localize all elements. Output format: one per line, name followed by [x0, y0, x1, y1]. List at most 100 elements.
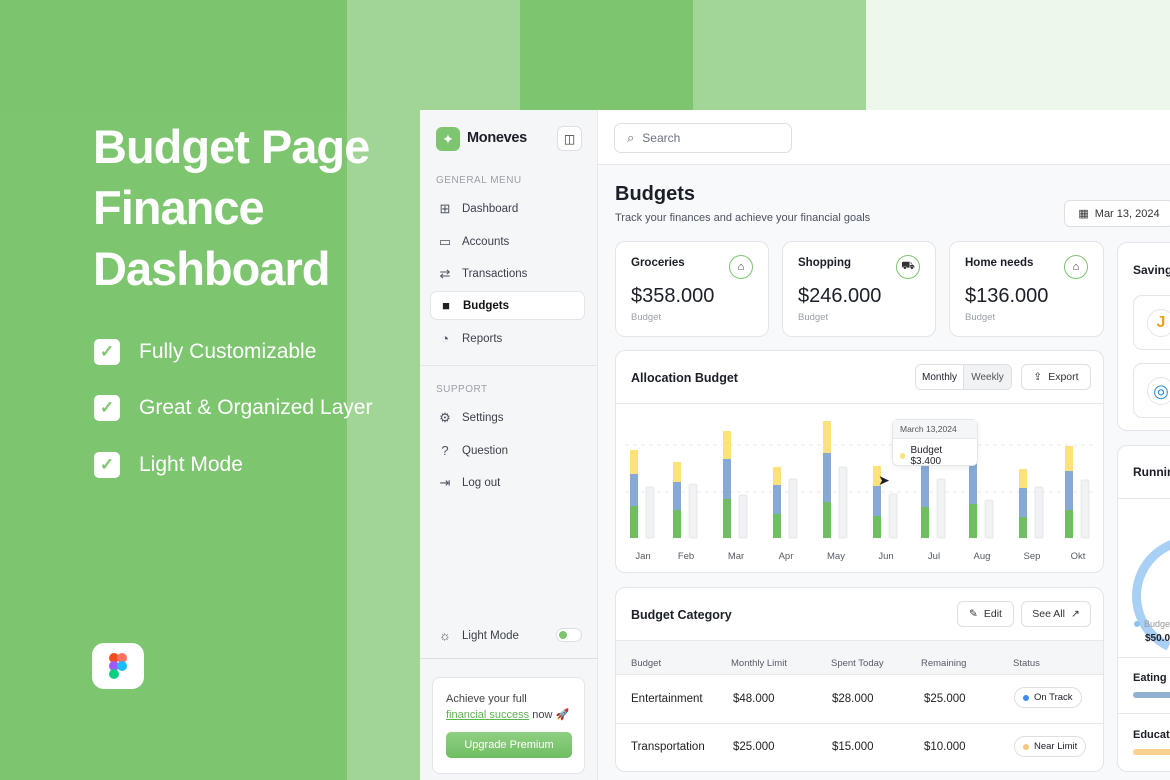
card-title: Budget Category [631, 608, 732, 622]
bg-stripe [0, 0, 347, 110]
bg-stripe [866, 0, 1170, 110]
card-value: $358.000 [631, 285, 715, 307]
progress-bar [1133, 692, 1170, 698]
bar-segment [823, 421, 831, 453]
sidebar-item-label: Question [462, 444, 509, 457]
sidebar-item-label: Dashboard [462, 202, 519, 215]
light-mode-label: Light Mode [462, 629, 519, 642]
see-all-button[interactable]: See All ↗ [1021, 601, 1091, 627]
period-toggle: Monthly Weekly [915, 364, 1012, 390]
see-all-label: See All [1032, 608, 1065, 620]
sidebar-item-logout[interactable]: ⇥ Log out [430, 468, 585, 497]
hero-title-line: Finance [93, 181, 265, 234]
promo-text: Achieve your full [446, 693, 527, 705]
hero-title-line: Dashboard [93, 242, 331, 295]
logout-icon: ⇥ [439, 474, 451, 490]
sidebar-item-label: Accounts [462, 235, 510, 248]
sidebar-item-label: Transactions [462, 267, 528, 280]
card-value: $136.000 [965, 285, 1049, 307]
date-label: Mar 13, 2024 [1094, 207, 1160, 220]
edit-label: Edit [983, 608, 1002, 620]
bar-segment [1065, 510, 1073, 538]
search-icon: ⌕ [627, 130, 635, 145]
x-tick-label: Okt [1071, 551, 1086, 562]
table-cell: $48.000 [733, 693, 775, 705]
sidebar-item-accounts[interactable]: ▭ Accounts [430, 227, 585, 256]
divider [420, 365, 598, 366]
bar-segment [1065, 446, 1073, 471]
promo-card: Achieve your full financial success now … [432, 677, 585, 774]
x-tick-label: Jul [928, 551, 940, 562]
status-label: On Track [1034, 692, 1073, 703]
check-icon: ✓ [94, 395, 120, 421]
card-title: Runnin [1133, 465, 1170, 479]
bar-segment [673, 482, 681, 510]
gear-icon: ⚙ [439, 409, 451, 425]
comparison-bar [645, 486, 655, 539]
bar-segment [1019, 517, 1027, 538]
card-value: $246.000 [798, 285, 882, 307]
x-tick-label: Aug [974, 551, 991, 562]
date-picker-button[interactable]: ▦ Mar 13, 2024 [1064, 200, 1170, 227]
sidebar-item-reports[interactable]: ◔ Reports [430, 324, 585, 353]
page-subtitle: Track your finances and achieve your fin… [615, 212, 871, 224]
upgrade-premium-button[interactable]: Upgrade Premium [446, 732, 572, 758]
sidebar-item-label: Settings [462, 411, 504, 424]
sidebar-item-dashboard[interactable]: ⊞ Dashboard [430, 194, 585, 223]
tooltip-value: Budget $3.400 [910, 445, 943, 467]
comparison-bar [984, 499, 994, 539]
card-sub: Budget [965, 312, 996, 323]
table-cell: Transportation [631, 741, 705, 753]
table-cell: Entertainment [631, 693, 703, 705]
savings-logo-icon: J [1147, 309, 1170, 337]
logo-icon: ✦ [436, 127, 460, 151]
swap-icon: ⇄ [439, 265, 451, 281]
sidebar-item-transactions[interactable]: ⇄ Transactions [430, 259, 585, 288]
sidebar-item-settings[interactable]: ⚙ Settings [430, 403, 585, 432]
bar-segment [630, 450, 638, 474]
chart-tooltip: March 13,2024 Budget $3.400 [892, 419, 978, 467]
layout-toggle-button[interactable]: ◫ [557, 126, 582, 151]
sidebar-item-label: Budgets [463, 299, 509, 312]
card-label: Home needs [965, 257, 1034, 269]
x-tick-label: Feb [678, 551, 694, 562]
status-badge: On Track [1014, 687, 1082, 708]
sidebar-item-budgets[interactable]: ■ Budgets [430, 291, 585, 320]
light-mode-toggle[interactable] [556, 628, 582, 642]
legend-dot [900, 453, 906, 459]
bar-segment [969, 504, 977, 538]
sidebar-item-question[interactable]: ? Question [430, 436, 585, 465]
bar-segment [1065, 471, 1073, 510]
feature-label: Great & Organized Layer [139, 396, 373, 419]
table-cell: $10.000 [924, 741, 966, 753]
x-tick-label: Apr [779, 551, 794, 562]
sidebar-item-label: Reports [462, 332, 503, 345]
status-label: Near Limit [1034, 741, 1078, 752]
bar-segment [630, 506, 638, 538]
card-sub: Budget [798, 312, 829, 323]
pie-icon: ◔ [441, 331, 449, 346]
search-input[interactable]: ⌕ Search [614, 123, 792, 153]
home-icon: ⌂ [1064, 255, 1088, 279]
layout-icon: ◫ [563, 131, 576, 146]
summary-card-groceries: Groceries ⌂ $358.000 Budget [615, 241, 769, 337]
check-icon: ✓ [94, 452, 120, 478]
edit-button[interactable]: ✎ Edit [957, 601, 1014, 627]
export-label: Export [1048, 371, 1079, 383]
sidebar-item-label: Log out [462, 476, 501, 489]
bg-stripe [693, 0, 866, 110]
bar-segment [773, 485, 781, 514]
hero-title-line: Budget Page [93, 120, 370, 173]
promo-link[interactable]: financial success [446, 709, 529, 721]
cursor-icon: ➤ [878, 472, 890, 488]
tab-weekly[interactable]: Weekly [963, 365, 1011, 389]
feature-label: Light Mode [139, 453, 243, 476]
category-label: Eating & [1133, 672, 1170, 684]
status-badge: Near Limit [1014, 736, 1087, 757]
export-button[interactable]: ⇪ Export [1021, 364, 1091, 390]
feature-item: ✓ Fully Customizable [94, 339, 316, 365]
card-title: Saving [1133, 263, 1170, 277]
calendar-icon: ▦ [1078, 208, 1089, 220]
figma-logo-icon [92, 643, 144, 689]
tab-monthly[interactable]: Monthly [916, 365, 963, 389]
